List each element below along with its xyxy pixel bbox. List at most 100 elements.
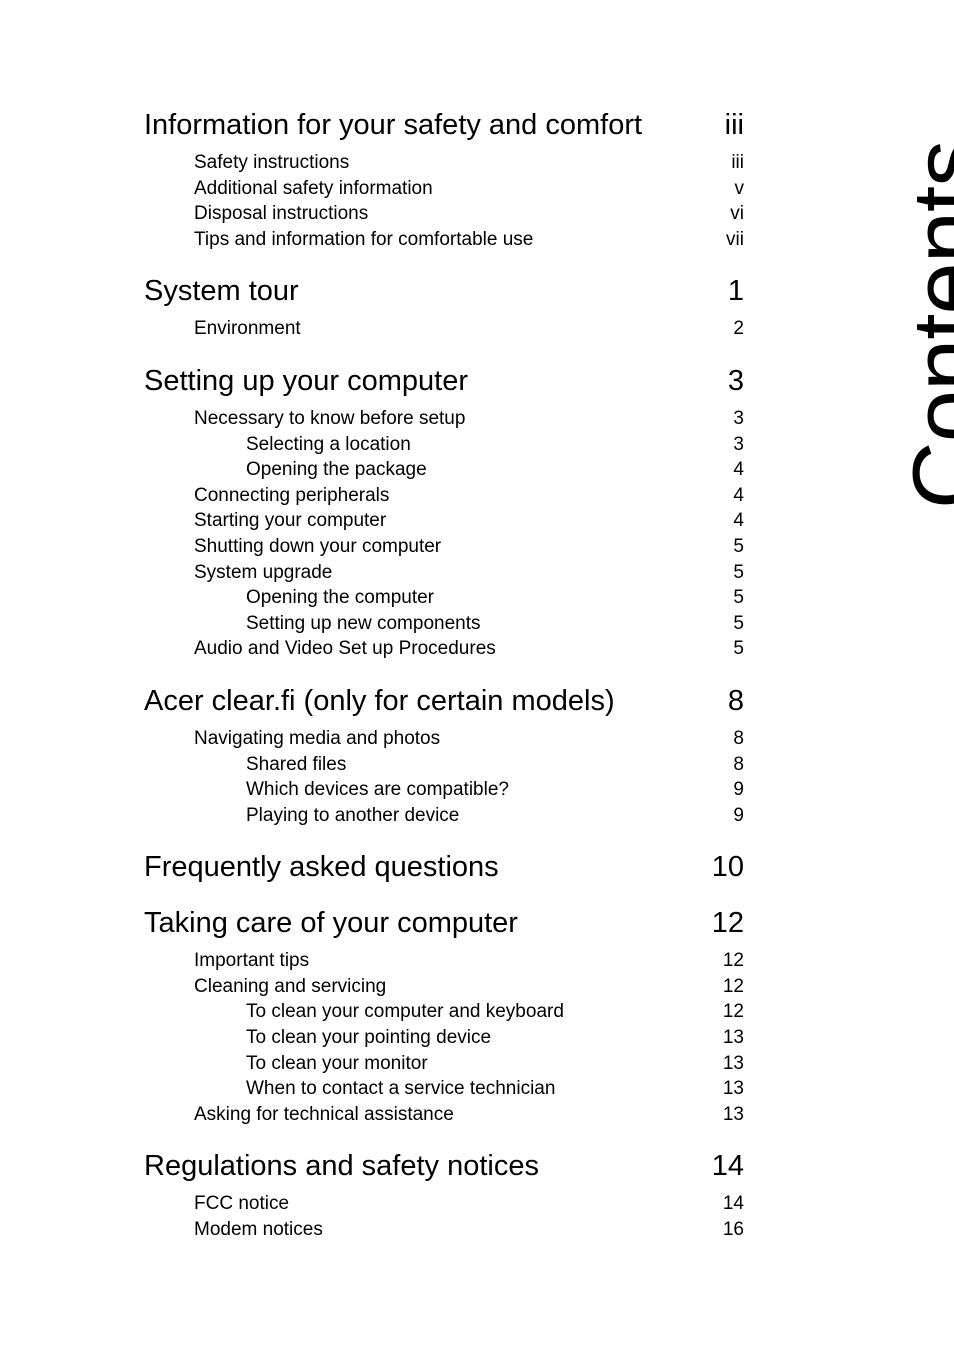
toc-section-entry[interactable]: Safety instructions iii — [194, 150, 744, 176]
toc-subsection-entry[interactable]: To clean your pointing device 13 — [246, 1025, 744, 1051]
toc-section-entry[interactable]: FCC notice 14 — [194, 1191, 744, 1217]
toc-entry-label: Regulations and safety notices — [144, 1150, 539, 1183]
toc-entry-label: FCC notice — [194, 1193, 290, 1215]
toc-entry-page-number: 12 — [722, 975, 744, 997]
toc-section-entry[interactable]: Important tips 12 — [194, 948, 744, 974]
toc-entry-page-number: 9 — [733, 804, 744, 826]
toc-subsection-entry[interactable]: Selecting a location 3 — [246, 432, 744, 458]
toc-entry-page-number: 12 — [711, 907, 744, 940]
toc-entry-label: Safety instructions — [194, 152, 350, 173]
toc-entry-label: Disposal instructions — [194, 203, 369, 225]
toc-subsection-entry[interactable]: Playing to another device 9 — [246, 803, 744, 829]
contents-title-text: Contents — [893, 140, 954, 510]
toc-entry-page-number: 13 — [722, 1078, 744, 1100]
toc-entry-label: System upgrade — [194, 561, 333, 583]
toc-entry-label: To clean your pointing device — [246, 1027, 492, 1049]
toc-chapter-entry[interactable]: System tour 1 — [144, 274, 744, 308]
toc-entry-page-number: 5 — [733, 612, 744, 634]
toc-entry-page-number: 9 — [733, 779, 744, 801]
toc-chapter-entry[interactable]: Frequently asked questions 10 — [144, 850, 744, 884]
toc-entry-label: Audio and Video Set up Procedures — [194, 638, 496, 660]
toc-entry-label: Starting your computer — [194, 510, 387, 532]
toc-section-entry[interactable]: Cleaning and servicing 12 — [194, 974, 744, 1000]
toc-entry-label: To clean your monitor — [246, 1052, 428, 1074]
toc-chapter-entry[interactable]: Information for your safety and comfort i… — [144, 108, 744, 142]
toc-entry-label: Navigating media and photos — [194, 727, 441, 749]
toc-entry-label: Acer clear.fi (only for certain models) — [144, 684, 615, 717]
toc-entry-page-number: 12 — [722, 1001, 744, 1023]
toc-entry-page-number: vii — [726, 228, 744, 250]
toc-entry-page-number: 4 — [733, 484, 744, 506]
toc-entry-page-number: 4 — [733, 510, 744, 532]
toc-entry-page-number: 8 — [727, 684, 744, 717]
toc-section-entry[interactable]: Necessary to know before setup 3 — [194, 406, 744, 432]
toc-entry-label: Modem notices — [194, 1219, 323, 1241]
toc-entry-label: Shutting down your computer — [194, 535, 442, 557]
toc-section-entry[interactable]: Connecting peripherals 4 — [194, 483, 744, 509]
toc-entry-page-number: vi — [730, 203, 744, 225]
toc-entry-label: Playing to another device — [246, 804, 460, 826]
toc-entry-page-number: v — [734, 177, 745, 199]
toc-entry-page-number: 14 — [711, 1150, 744, 1183]
toc-chapter-entry[interactable]: Taking care of your computer 12 — [144, 906, 744, 940]
toc-entry-page-number: 5 — [733, 535, 744, 557]
toc-entry-label: Setting up new components — [246, 612, 481, 634]
toc-chapter-entry[interactable]: Acer clear.fi (only for certain models) 8 — [144, 684, 744, 718]
toc-entry-page-number: 8 — [733, 753, 744, 775]
toc-entry-page-number: 16 — [722, 1219, 744, 1241]
toc-entry-page-number: 13 — [722, 1103, 744, 1125]
toc-section-entry[interactable]: Audio and Video Set up Procedures 5 — [194, 636, 744, 662]
toc-entry-label: Shared files — [246, 753, 347, 775]
toc-entry-label: Frequently asked questions — [144, 851, 499, 884]
toc-chapter-entry[interactable]: Regulations and safety notices 14 — [144, 1149, 744, 1183]
toc-entry-page-number: 4 — [733, 459, 744, 481]
toc-section-entry[interactable]: Modem notices 16 — [194, 1217, 744, 1243]
toc-entry-page-number: 13 — [722, 1027, 744, 1049]
toc-section-entry[interactable]: Asking for technical assistance 13 — [194, 1102, 744, 1128]
toc-chapter-entry[interactable]: Setting up your computer 3 — [144, 364, 744, 398]
toc-subsection-entry[interactable]: Opening the package 4 — [246, 457, 744, 483]
toc-subsection-entry[interactable]: Opening the computer 5 — [246, 585, 744, 611]
toc-entry-label: Additional safety information — [194, 177, 433, 199]
table-of-contents: Information for your safety and comfort i… — [144, 108, 744, 1243]
toc-subsection-entry[interactable]: When to contact a service technician 13 — [246, 1076, 744, 1102]
toc-subsection-entry[interactable]: Which devices are compatible? 9 — [246, 777, 744, 803]
toc-entry-label: Necessary to know before setup — [194, 407, 466, 429]
toc-entry-label: Selecting a location — [246, 433, 411, 455]
toc-entry-label: Tips and information for comfortable use — [194, 228, 534, 250]
toc-section-entry[interactable]: Tips and information for comfortable use… — [194, 227, 744, 253]
toc-entry-page-number: 13 — [722, 1052, 744, 1074]
toc-entry-page-number: 8 — [733, 727, 744, 749]
toc-subsection-entry[interactable]: Setting up new components 5 — [246, 611, 744, 637]
toc-entry-page-number: 2 — [733, 318, 744, 340]
toc-entry-label: Cleaning and servicing — [194, 975, 387, 997]
toc-entry-label: Taking care of your computer — [144, 907, 518, 940]
toc-subsection-entry[interactable]: To clean your monitor 13 — [246, 1051, 744, 1077]
toc-entry-label: Setting up your computer — [144, 364, 469, 397]
toc-entry-page-number: 1 — [727, 275, 744, 308]
toc-entry-label: Environment — [194, 318, 301, 340]
toc-entry-page-number: 5 — [733, 587, 744, 609]
toc-entry-label: Opening the package — [246, 459, 427, 481]
toc-entry-label: Connecting peripherals — [194, 484, 390, 506]
toc-section-entry[interactable]: Environment 2 — [194, 316, 744, 342]
toc-section-entry[interactable]: Additional safety information v — [194, 176, 744, 202]
toc-entry-page-number: 5 — [733, 561, 744, 583]
toc-subsection-entry[interactable]: Shared files 8 — [246, 752, 744, 778]
toc-entry-label: Asking for technical assistance — [194, 1103, 454, 1125]
toc-section-entry[interactable]: Navigating media and photos 8 — [194, 726, 744, 752]
toc-entry-label: Information for your safety and comfort — [144, 109, 643, 141]
toc-entry-page-number: 5 — [733, 638, 744, 660]
toc-entry-page-number: 3 — [727, 364, 744, 397]
document-page: Contents Information for your safety and… — [0, 0, 954, 1369]
toc-entry-page-number: 3 — [733, 433, 744, 455]
toc-entry-label: System tour — [144, 275, 299, 308]
toc-section-entry[interactable]: Starting your computer 4 — [194, 508, 744, 534]
toc-subsection-entry[interactable]: To clean your computer and keyboard 12 — [246, 999, 744, 1025]
toc-entry-page-number: 3 — [733, 407, 744, 429]
toc-section-entry[interactable]: Shutting down your computer 5 — [194, 534, 744, 560]
toc-section-entry[interactable]: System upgrade 5 — [194, 560, 744, 586]
toc-section-entry[interactable]: Disposal instructions vi — [194, 201, 744, 227]
toc-entry-page-number: 12 — [722, 950, 744, 972]
toc-entry-page-number: iii — [724, 109, 744, 141]
